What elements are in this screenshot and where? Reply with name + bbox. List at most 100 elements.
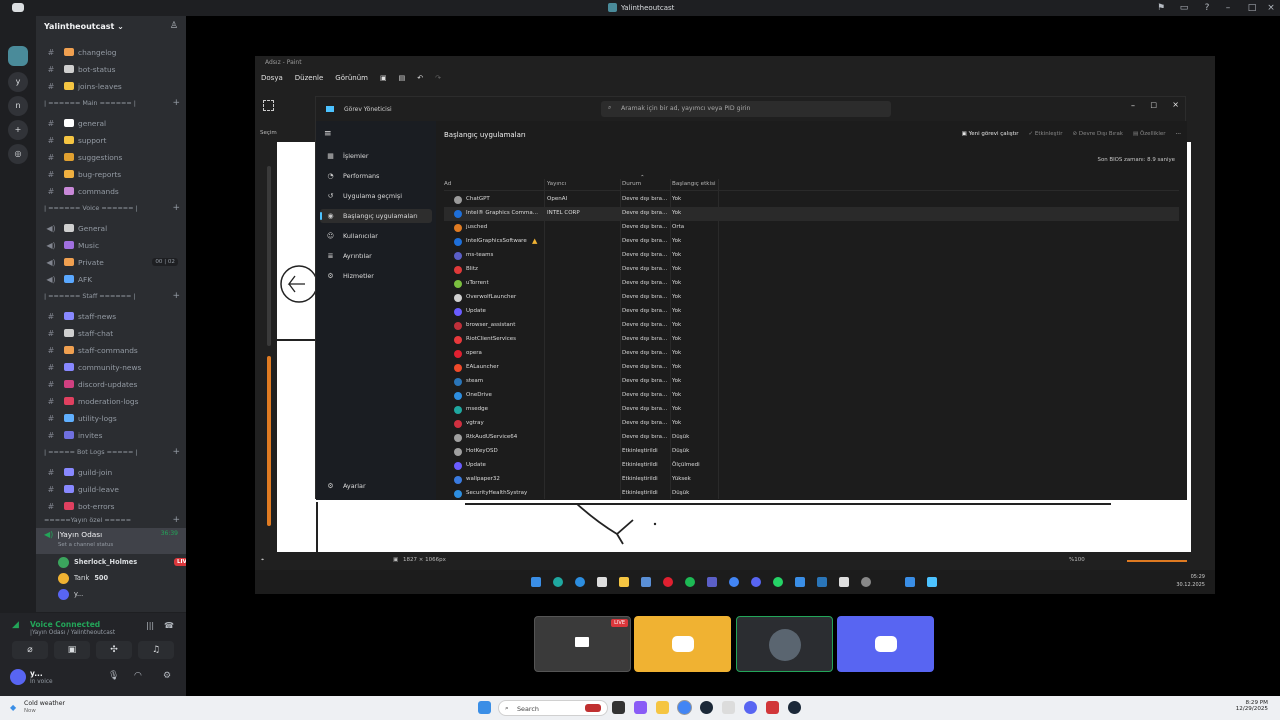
selection-tool-icon[interactable] <box>263 100 274 111</box>
enable-button[interactable]: ✓ Etkinleştir <box>1029 131 1063 137</box>
text-channel-commands[interactable]: # commands <box>36 183 186 199</box>
link-icon[interactable] <box>722 701 735 714</box>
voice-channel-afk[interactable]: ◀) AFK <box>36 271 186 287</box>
text-channel-utility-logs[interactable]: # utility-logs <box>36 410 186 426</box>
folder-icon[interactable] <box>656 701 669 714</box>
voice-user[interactable]: Tarık 500 <box>58 570 108 586</box>
task-manager-window[interactable]: Görev Yöneticisi ⌕ Aramak için bir ad, y… <box>315 96 1187 501</box>
browser-icon[interactable] <box>575 577 585 587</box>
table-row[interactable]: HotKeyOSD Etkinleştirildi Düşük <box>444 445 1179 459</box>
headphones-icon[interactable]: ◠ <box>134 671 142 681</box>
process-search-input[interactable]: ⌕ Aramak için bir ad, yayımcı veya PID g… <box>601 101 891 117</box>
disable-button[interactable]: ⊘ Devre Dışı Bırak <box>1072 131 1123 137</box>
start-icon[interactable] <box>531 577 541 587</box>
table-row[interactable]: msedge Devre dışı bıra... Yok <box>444 403 1179 417</box>
menu-dosya[interactable]: Dosya <box>261 74 283 82</box>
close-button[interactable]: × <box>1172 100 1179 109</box>
discord-icon[interactable] <box>751 577 761 587</box>
nav-item-2[interactable]: ↺ Uygulama geçmişi <box>320 189 432 203</box>
maximize-button[interactable]: □ <box>1246 2 1258 14</box>
minimize-button[interactable]: – <box>1222 2 1234 14</box>
file-explorer-icon[interactable] <box>612 701 625 714</box>
stream-tile-user-y[interactable] <box>837 616 934 672</box>
table-row[interactable]: vgtray Devre dışı bıra... Yok <box>444 417 1179 431</box>
guild-header[interactable]: Yalintheoutcast ⌄ ♙ <box>36 16 186 38</box>
table-row[interactable]: Intel® Graphics Comma... INTEL CORP Devre … <box>444 207 1179 221</box>
spotify-icon[interactable] <box>685 577 695 587</box>
undo-icon[interactable]: ↶ <box>417 74 423 82</box>
copilot-icon[interactable] <box>634 701 647 714</box>
text-channel-discord-updates[interactable]: # discord-updates <box>36 376 186 392</box>
text-channel-guild-join[interactable]: # guild-join <box>36 464 186 480</box>
column-startup-impact[interactable]: Başlangıç etkisi <box>672 181 716 187</box>
noise-suppression-icon[interactable]: ||| <box>146 621 154 630</box>
text-channel-changelog[interactable]: # changelog <box>36 44 186 60</box>
nav-item-4[interactable]: ☺ Kullanıcılar <box>320 229 432 243</box>
table-row[interactable]: Update Etkinleştirildi Ölçülmedi <box>444 459 1179 473</box>
app-icon-2[interactable] <box>795 577 805 587</box>
table-row[interactable]: RtkAudUService64 Devre dışı bıra... Düşük <box>444 431 1179 445</box>
category-header[interactable]: | ===== Bot Logs ===== | + <box>44 445 180 459</box>
opacity-slider[interactable] <box>267 356 271 526</box>
text-channel-general[interactable]: # general <box>36 115 186 131</box>
table-row[interactable]: wallpaper32 Etkinleştirildi Yüksek <box>444 473 1179 487</box>
teams-icon[interactable] <box>707 577 717 587</box>
voice-channel-private[interactable]: ◀) Private 00 | 02 <box>36 254 186 270</box>
help-icon[interactable]: ? <box>1201 2 1213 14</box>
gear-icon[interactable]: ⚙ <box>163 671 171 681</box>
whatsapp-icon[interactable] <box>773 577 783 587</box>
nav-settings[interactable]: ⚙ Ayarlar <box>320 479 432 493</box>
table-row[interactable]: ChatGPT OpenAI Devre dışı bıra... Yok <box>444 193 1179 207</box>
user-avatar[interactable] <box>10 669 26 685</box>
riot-icon[interactable] <box>766 701 779 714</box>
voice-channel-music[interactable]: ◀) Music <box>36 237 186 253</box>
table-row[interactable]: uTorrent Devre dışı bıra... Yok <box>444 277 1179 291</box>
steam-icon[interactable] <box>700 701 713 714</box>
zoom-slider[interactable] <box>1127 560 1187 562</box>
table-row[interactable]: OneDrive Devre dışı bıra... Yok <box>444 389 1179 403</box>
table-row[interactable]: IntelGraphicsSoftware Devre dışı bıra... Y… <box>444 235 1179 249</box>
voice-user[interactable]: y... <box>58 586 83 602</box>
add-channel-icon[interactable]: + <box>172 203 180 213</box>
menu-duzenle[interactable]: Düzenle <box>295 74 324 82</box>
add-server-icon[interactable]: + <box>8 120 28 140</box>
text-channel-support[interactable]: # support <box>36 132 186 148</box>
text-channel-invites[interactable]: # invites <box>36 427 186 443</box>
taskbar-clock[interactable]: 8:29 PM 12/29/2025 <box>1236 700 1268 712</box>
category-header[interactable]: | ====== Staff ====== | + <box>44 289 180 303</box>
folder-icon[interactable] <box>619 577 629 587</box>
steam-icon[interactable] <box>817 577 827 587</box>
table-row[interactable]: SecurityHealthSystray Etkinleştirildi Düşü… <box>444 487 1179 501</box>
voice-channel-yayin-odasi[interactable]: ◀) |Yayın Odası 36:39 Set a channel stat… <box>36 528 186 554</box>
voice-channel-general[interactable]: ◀) General <box>36 220 186 236</box>
add-channel-icon[interactable]: + <box>172 98 180 108</box>
brush-size-slider[interactable] <box>267 166 271 346</box>
close-button[interactable]: × <box>1265 2 1277 14</box>
table-row[interactable]: ms-teams Devre dışı bıra... Yok <box>444 249 1179 263</box>
opera-icon[interactable] <box>663 577 673 587</box>
microphone-icon[interactable]: 🎙 <box>108 671 119 681</box>
table-row[interactable]: browser_assistant Devre dışı bıra... Yok <box>444 319 1179 333</box>
properties-button[interactable]: ▤ Özellikler <box>1133 131 1166 137</box>
channel-status[interactable]: Set a channel status <box>58 542 113 548</box>
discover-icon[interactable]: ◎ <box>8 144 28 164</box>
taskmanager-icon[interactable] <box>905 577 915 587</box>
more-options-icon[interactable]: ⋯ <box>1176 131 1182 137</box>
text-channel-bot-errors[interactable]: # bot-errors <box>36 498 186 514</box>
start-icon[interactable] <box>478 701 491 714</box>
stream-tile-screen[interactable]: LIVE <box>534 616 631 672</box>
add-channel-icon[interactable]: + <box>172 515 180 525</box>
table-row[interactable]: OverwolfLauncher Devre dışı bıra... Yok <box>444 291 1179 305</box>
text-channel-staff-commands[interactable]: # staff-commands <box>36 342 186 358</box>
hamburger-menu-icon[interactable]: ≡ <box>324 129 332 139</box>
add-channel-icon[interactable]: + <box>172 291 180 301</box>
maximize-button[interactable]: □ <box>1150 101 1157 109</box>
column-publisher[interactable]: Yayıncı <box>547 181 566 187</box>
mail-icon[interactable] <box>641 577 651 587</box>
table-row[interactable]: steam Devre dışı bıra... Yok <box>444 375 1179 389</box>
screen-share-button[interactable]: ▣ <box>54 641 90 659</box>
nav-item-5[interactable]: ≣ Ayrıntılar <box>320 249 432 263</box>
discord-icon[interactable] <box>744 701 757 714</box>
camera-off-button[interactable]: ⌀ <box>12 641 48 659</box>
soundboard-button[interactable]: ♫ <box>138 641 174 659</box>
